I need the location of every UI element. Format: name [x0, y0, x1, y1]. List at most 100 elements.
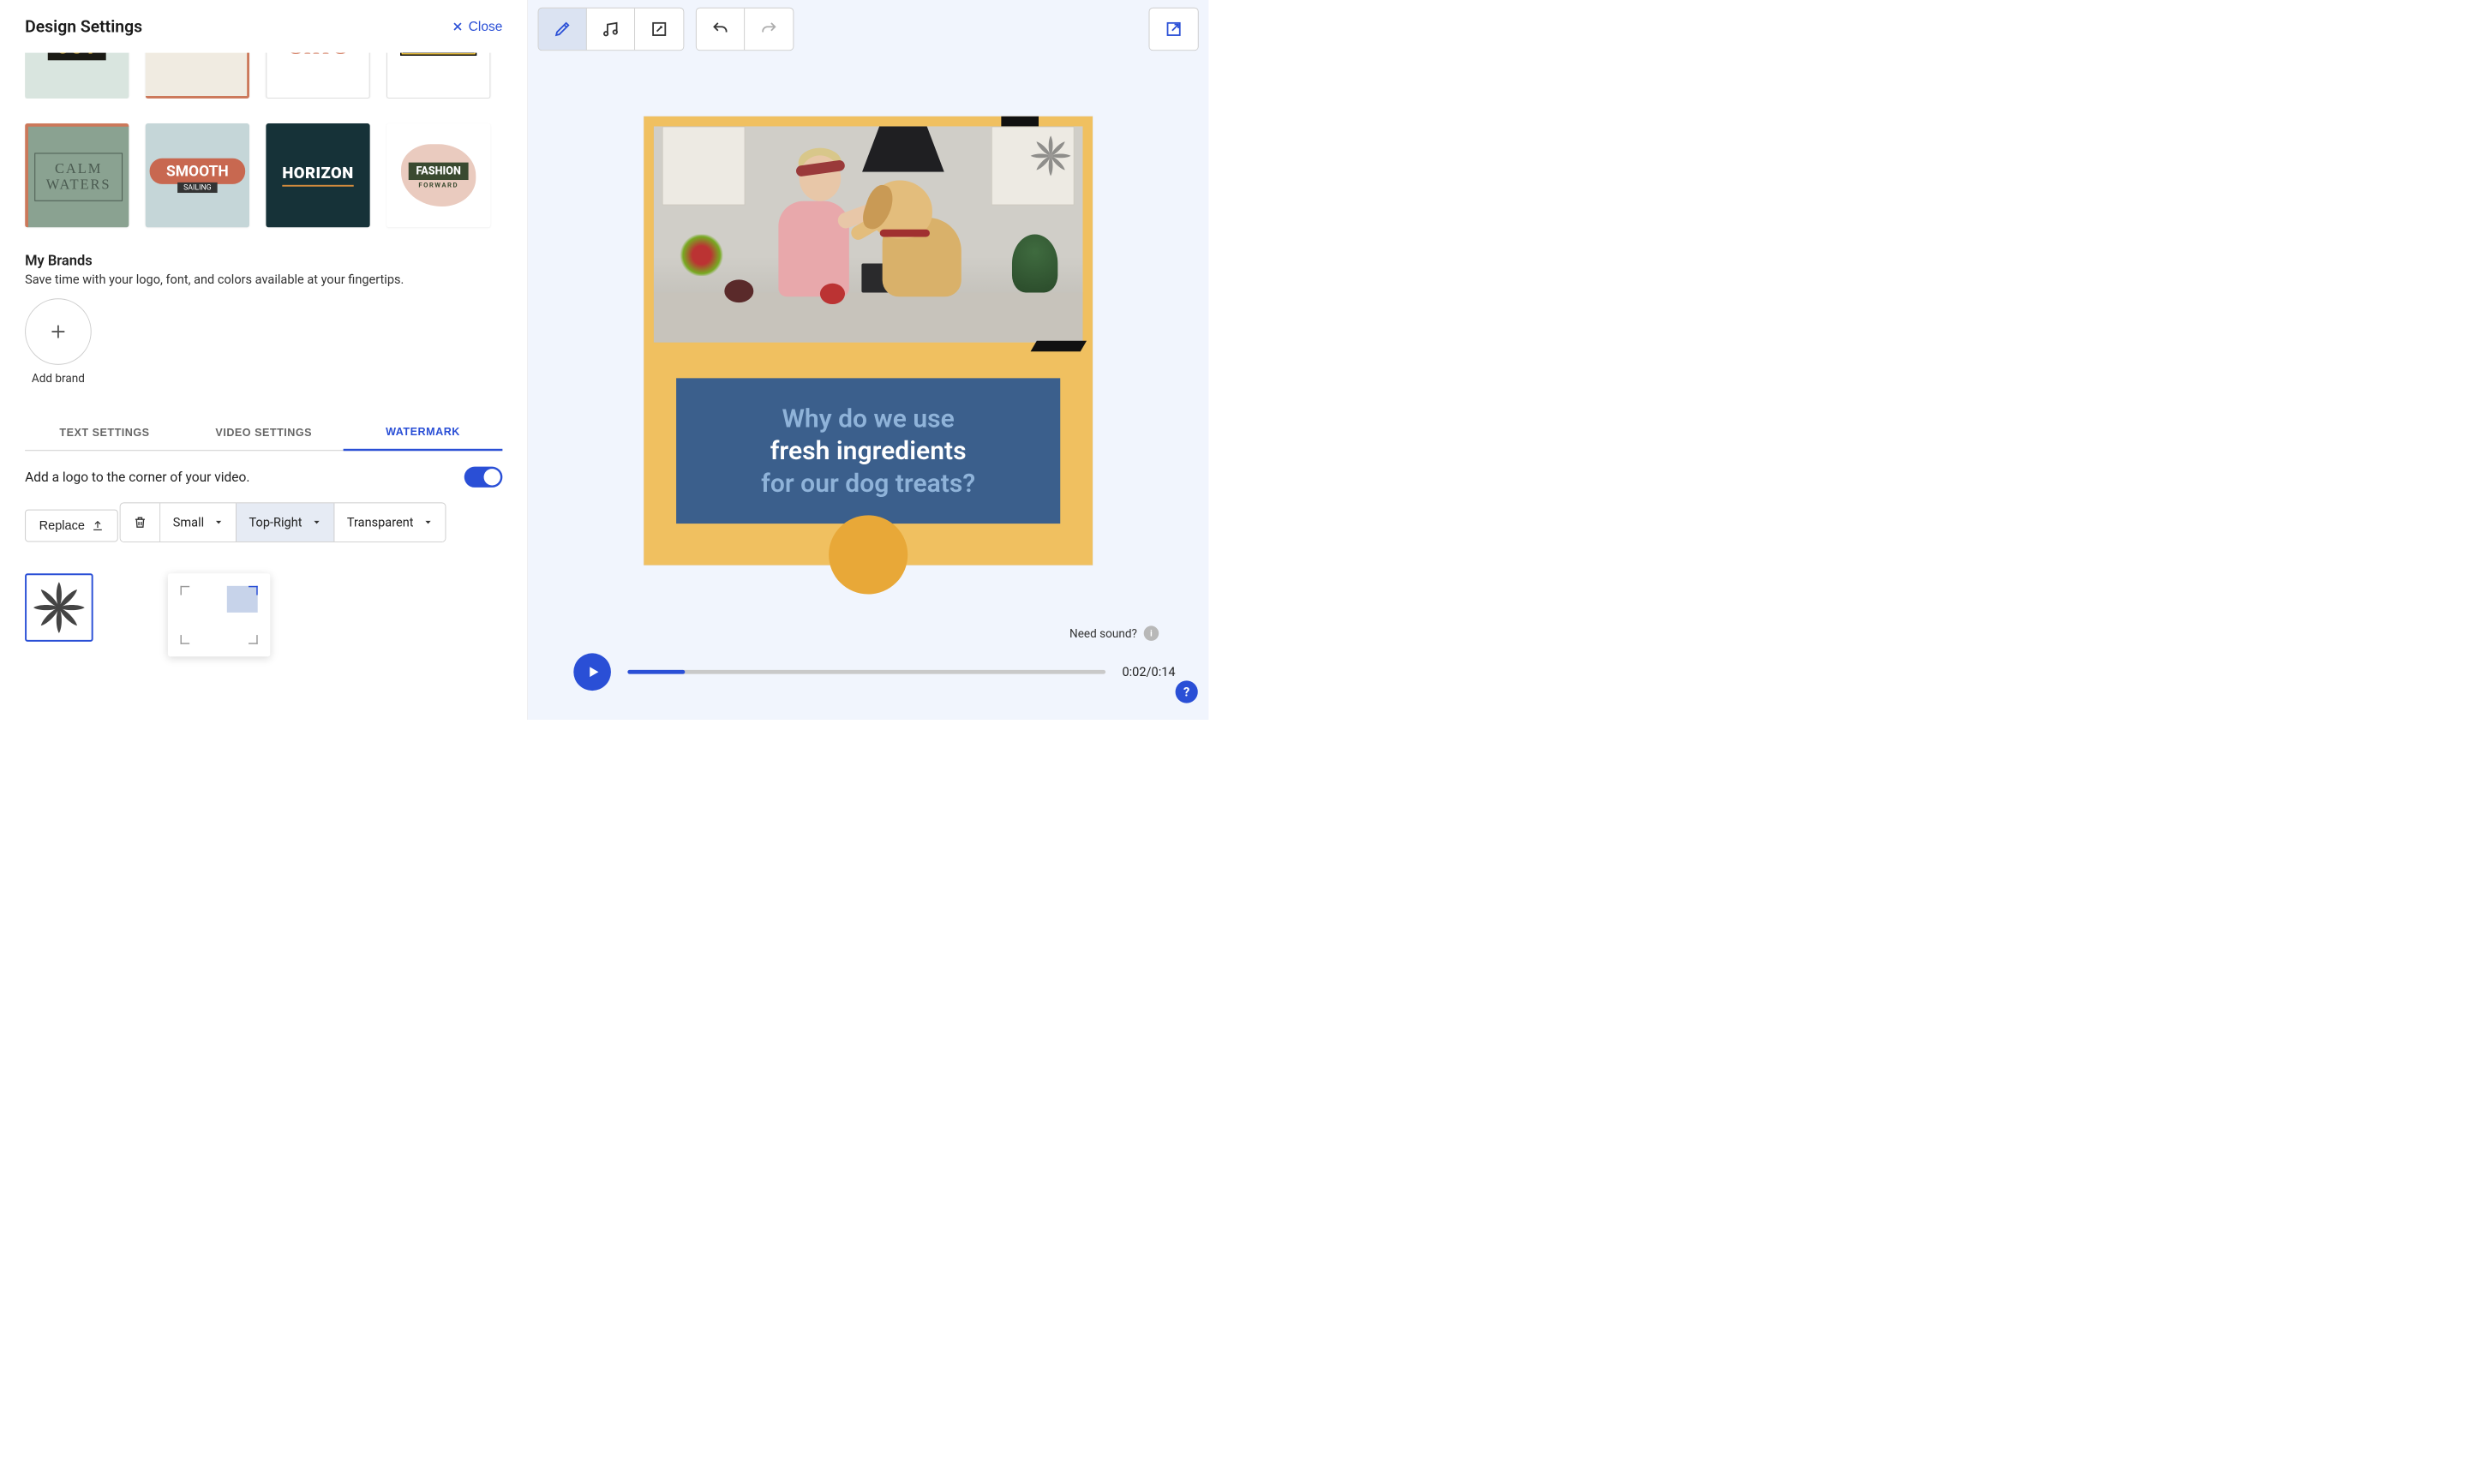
corner-bottom-right[interactable] [249, 635, 258, 644]
watermark-size-dropdown[interactable]: Small [160, 503, 237, 542]
preview-panel: Why do we use fresh ingredients for our … [528, 0, 1208, 720]
flower-icon [1027, 133, 1073, 178]
template-fashion-forward[interactable]: FASHION FORWARD [386, 123, 490, 227]
my-brands-section: My Brands Save time with your logo, font… [25, 252, 502, 385]
canvas-area: Why do we use fresh ingredients for our … [528, 58, 1208, 637]
panel-header: Design Settings Close [25, 16, 502, 36]
watermark-controls: Small Top-Right Transparent [120, 502, 446, 542]
template-grid-row2: CALM WATERS SMOOTH SAILING HORIZON FASHI… [25, 123, 502, 227]
export-icon [1165, 20, 1183, 38]
aspect-icon [650, 20, 668, 38]
panel-title: Design Settings [25, 16, 142, 36]
watermark-logo-selected[interactable] [25, 573, 93, 642]
undo-button[interactable] [697, 9, 745, 51]
redo-button[interactable] [745, 9, 793, 51]
template-label: FASHION FORWARD [409, 162, 469, 188]
template-grid-row1: CUT BLOSSOM CHIC CONTRAST [25, 53, 502, 99]
settings-panel: Design Settings Close CUT BLOSSOM CHIC C… [0, 0, 528, 720]
settings-tabs: TEXT SETTINGS VIDEO SETTINGS WATERMARK [25, 415, 502, 452]
tab-video-settings[interactable]: VIDEO SETTINGS [184, 415, 344, 451]
template-label: CONTRAST [400, 53, 477, 56]
chevron-down-icon [312, 518, 321, 527]
plus-icon [49, 322, 68, 341]
template-label: HORIZON [282, 165, 353, 187]
corner-top-left[interactable] [180, 586, 189, 595]
delete-watermark-button[interactable] [121, 503, 161, 542]
video-frame [654, 126, 1083, 342]
caption-box: Why do we use fresh ingredients for our … [676, 378, 1060, 524]
progress-bar[interactable] [627, 670, 1105, 674]
template-label: BLOSSOM [151, 53, 241, 56]
watermark-position-value: Top-Right [249, 515, 303, 530]
corner-top-right[interactable] [249, 586, 258, 595]
upload-icon [92, 519, 105, 532]
caption-line-1: Why do we use [761, 403, 975, 435]
replace-button[interactable]: Replace [25, 510, 118, 542]
chevron-down-icon [423, 518, 433, 527]
watermark-position-dropdown[interactable]: Top-Right [237, 503, 334, 542]
scene-illustration [654, 126, 1083, 342]
template-label: CUT [48, 53, 106, 60]
music-icon [602, 20, 620, 38]
music-tool-button[interactable] [587, 9, 635, 51]
position-popup [168, 573, 270, 656]
caption-line-2: fresh ingredients [761, 434, 975, 467]
flower-icon [30, 578, 88, 637]
pencil-icon [554, 20, 572, 38]
corner-bottom-left[interactable] [180, 635, 189, 644]
redo-icon [760, 20, 778, 38]
template-label: SMOOTH SAILING [150, 159, 245, 193]
export-button[interactable] [1150, 9, 1198, 51]
play-button[interactable] [573, 653, 611, 691]
chevron-down-icon [214, 518, 224, 527]
template-chic[interactable]: CHIC [266, 53, 369, 99]
editor-toolbar [528, 0, 1208, 58]
aspect-tool-button[interactable] [635, 9, 683, 51]
tool-group-history [696, 8, 794, 51]
tool-group-export [1149, 8, 1199, 51]
tab-text-settings[interactable]: TEXT SETTINGS [25, 415, 184, 451]
need-sound-row: Need sound? i [1069, 625, 1159, 640]
watermark-toggle-row: Add a logo to the corner of your video. [25, 467, 502, 488]
video-card[interactable]: Why do we use fresh ingredients for our … [644, 117, 1093, 565]
position-picker[interactable] [180, 586, 257, 644]
template-smooth-sailing[interactable]: SMOOTH SAILING [146, 123, 249, 227]
replace-label: Replace [39, 518, 85, 532]
time-display: 0:02/0:14 [1122, 665, 1175, 679]
watermark-size-value: Small [173, 515, 204, 530]
help-button[interactable]: ? [1176, 680, 1198, 703]
accent-circle [829, 515, 908, 594]
watermark-opacity-dropdown[interactable]: Transparent [334, 503, 445, 542]
progress-fill [627, 670, 685, 674]
my-brands-subtitle: Save time with your logo, font, and colo… [25, 272, 502, 287]
accent-diag [1031, 341, 1087, 352]
close-icon [452, 21, 464, 33]
close-button[interactable]: Close [452, 19, 502, 34]
template-calm-waters[interactable]: CALM WATERS [25, 123, 129, 227]
template-label: CHIC [287, 53, 349, 59]
add-brand-label: Add brand [32, 372, 85, 386]
template-contrast[interactable]: CONTRAST [386, 53, 490, 99]
player-bar: Need sound? i 0:02/0:14 [528, 637, 1208, 720]
tool-group-main [538, 8, 685, 51]
template-cut[interactable]: CUT [25, 53, 129, 99]
tab-watermark[interactable]: WATERMARK [344, 415, 503, 452]
undo-icon [711, 20, 729, 38]
trash-icon [133, 515, 147, 529]
caption-line-3: for our dog treats? [761, 467, 975, 500]
add-brand: Add brand [25, 298, 92, 385]
watermark-toggle[interactable] [464, 467, 503, 488]
watermark-preview-row [25, 573, 502, 656]
accent-top [1001, 117, 1039, 127]
add-brand-button[interactable] [25, 298, 92, 365]
watermark-overlay [1027, 133, 1073, 178]
watermark-opacity-value: Transparent [347, 515, 414, 530]
watermark-prompt: Add a logo to the corner of your video. [25, 470, 249, 485]
close-label: Close [469, 19, 503, 34]
play-icon [586, 665, 601, 679]
info-icon[interactable]: i [1144, 625, 1159, 640]
template-label: CALM WATERS [34, 153, 123, 200]
design-tool-button[interactable] [539, 9, 587, 51]
template-blossom[interactable]: BLOSSOM [146, 53, 249, 99]
template-horizon[interactable]: HORIZON [266, 123, 369, 227]
